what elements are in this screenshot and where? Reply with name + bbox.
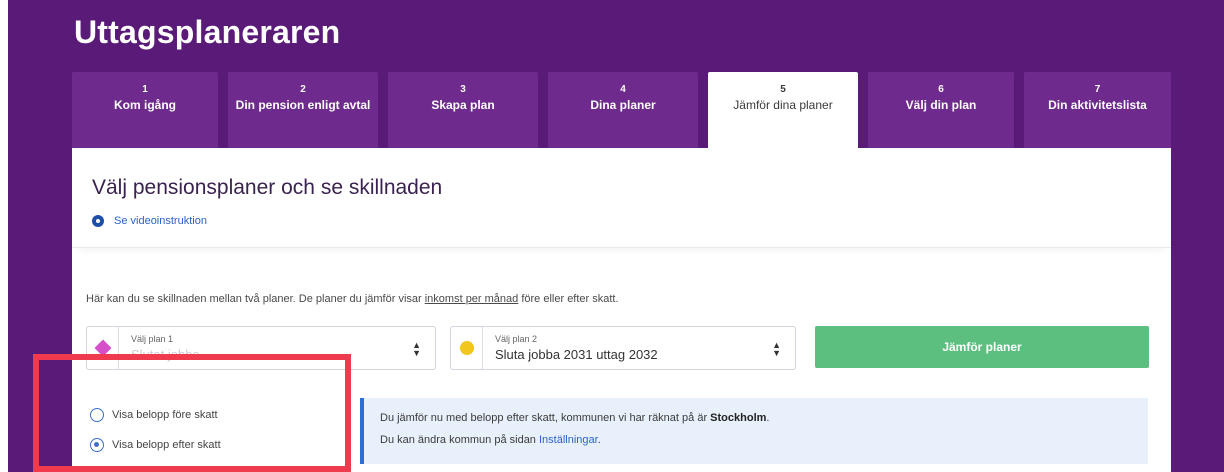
- tab-number: 4: [620, 84, 626, 95]
- plan-1-value: Slutat jobba: [131, 347, 200, 362]
- sort-arrows-icon: ▲ ▼: [412, 340, 421, 358]
- diamond-icon: [94, 339, 112, 357]
- app-title: Uttagsplaneraren: [74, 14, 341, 50]
- tab-number: 7: [1094, 84, 1101, 95]
- tab-label: Din aktivitetslista: [1048, 98, 1147, 112]
- info-line-1-end: .: [766, 412, 770, 424]
- radio-circle: [90, 408, 104, 422]
- tab-number: 5: [780, 84, 786, 95]
- description-text: Här kan du se skillnaden mellan två plan…: [86, 293, 619, 305]
- tab-label: Dina planer: [590, 98, 656, 112]
- video-link-label: Se videoinstruktion: [114, 215, 207, 227]
- tab-label: Jämför dina planer: [733, 98, 833, 112]
- tab-label: Välj din plan: [905, 98, 977, 112]
- tab-kom-igang[interactable]: 1 Kom igång: [72, 72, 218, 148]
- income-link[interactable]: inkomst per månad: [425, 293, 519, 305]
- circle-icon: [460, 341, 474, 355]
- tab-number: 2: [300, 84, 306, 95]
- description-before: Här kan du se skillnaden mellan två plan…: [86, 293, 425, 305]
- compare-plans-button[interactable]: Jämför planer: [815, 326, 1149, 368]
- tab-number: 3: [460, 84, 466, 95]
- tab-number: 1: [142, 84, 148, 95]
- plan-2-caption: Välj plan 2: [495, 334, 538, 344]
- sort-arrows-icon: ▲ ▼: [772, 340, 781, 358]
- page-heading: Välj pensionsplaner och se skillnaden: [92, 176, 443, 199]
- info-line-1-text: Du jämför nu med belopp efter skatt, kom…: [380, 412, 711, 424]
- tab-aktivitetslista[interactable]: 7 Din aktivitetslista: [1024, 72, 1171, 148]
- tab-label: Din pension enligt avtal: [235, 98, 371, 112]
- tab-label: Kom igång: [114, 98, 176, 112]
- tab-valj-plan[interactable]: 6 Välj din plan: [868, 72, 1014, 148]
- left-gutter: [0, 0, 8, 472]
- panel-header: Välj pensionsplaner och se skillnaden Se…: [72, 148, 1171, 248]
- tab-jamfor-planer[interactable]: 5 Jämför dina planer: [708, 72, 858, 150]
- info-line-2: Du kan ändra kommun på sidan Inställning…: [380, 434, 601, 446]
- info-line-2-text: Du kan ändra kommun på sidan: [380, 434, 539, 446]
- plan-2-value: Sluta jobba 2031 uttag 2032: [495, 347, 658, 362]
- tab-label: Skapa plan: [431, 98, 495, 112]
- plan-2-swatch: [451, 327, 483, 369]
- info-line-2-end: .: [597, 434, 601, 446]
- municipality-name: Stockholm: [710, 412, 767, 424]
- play-icon: [92, 215, 104, 227]
- info-line-1: Du jämför nu med belopp efter skatt, kom…: [380, 412, 769, 424]
- plan-1-swatch: [87, 327, 119, 369]
- tax-toggle-group: Visa belopp före skatt Visa belopp efter…: [90, 400, 221, 460]
- tab-skapa-plan[interactable]: 3 Skapa plan: [388, 72, 538, 148]
- radio-label: Visa belopp efter skatt: [112, 439, 221, 451]
- tab-din-pension[interactable]: 2 Din pension enligt avtal: [228, 72, 378, 148]
- info-box: Du jämför nu med belopp efter skatt, kom…: [360, 398, 1148, 464]
- compare-panel: Välj pensionsplaner och se skillnaden Se…: [72, 148, 1171, 472]
- radio-circle-checked: [90, 438, 104, 452]
- tab-dina-planer[interactable]: 4 Dina planer: [548, 72, 698, 148]
- plan-1-select[interactable]: Välj plan 1 Slutat jobba ▲ ▼: [86, 326, 436, 370]
- radio-after-tax[interactable]: Visa belopp efter skatt: [90, 430, 221, 460]
- settings-link[interactable]: Inställningar: [539, 434, 598, 446]
- plan-1-caption: Välj plan 1: [131, 334, 174, 344]
- radio-before-tax[interactable]: Visa belopp före skatt: [90, 400, 221, 430]
- radio-label: Visa belopp före skatt: [112, 409, 218, 421]
- description-after: före eller efter skatt.: [518, 293, 619, 305]
- app-window: Uttagsplaneraren 1 Kom igång 2 Din pensi…: [8, 0, 1224, 472]
- plan-2-select[interactable]: Välj plan 2 Sluta jobba 2031 uttag 2032 …: [450, 326, 796, 370]
- video-instruction-link[interactable]: Se videoinstruktion: [92, 215, 207, 227]
- tab-number: 6: [938, 84, 944, 95]
